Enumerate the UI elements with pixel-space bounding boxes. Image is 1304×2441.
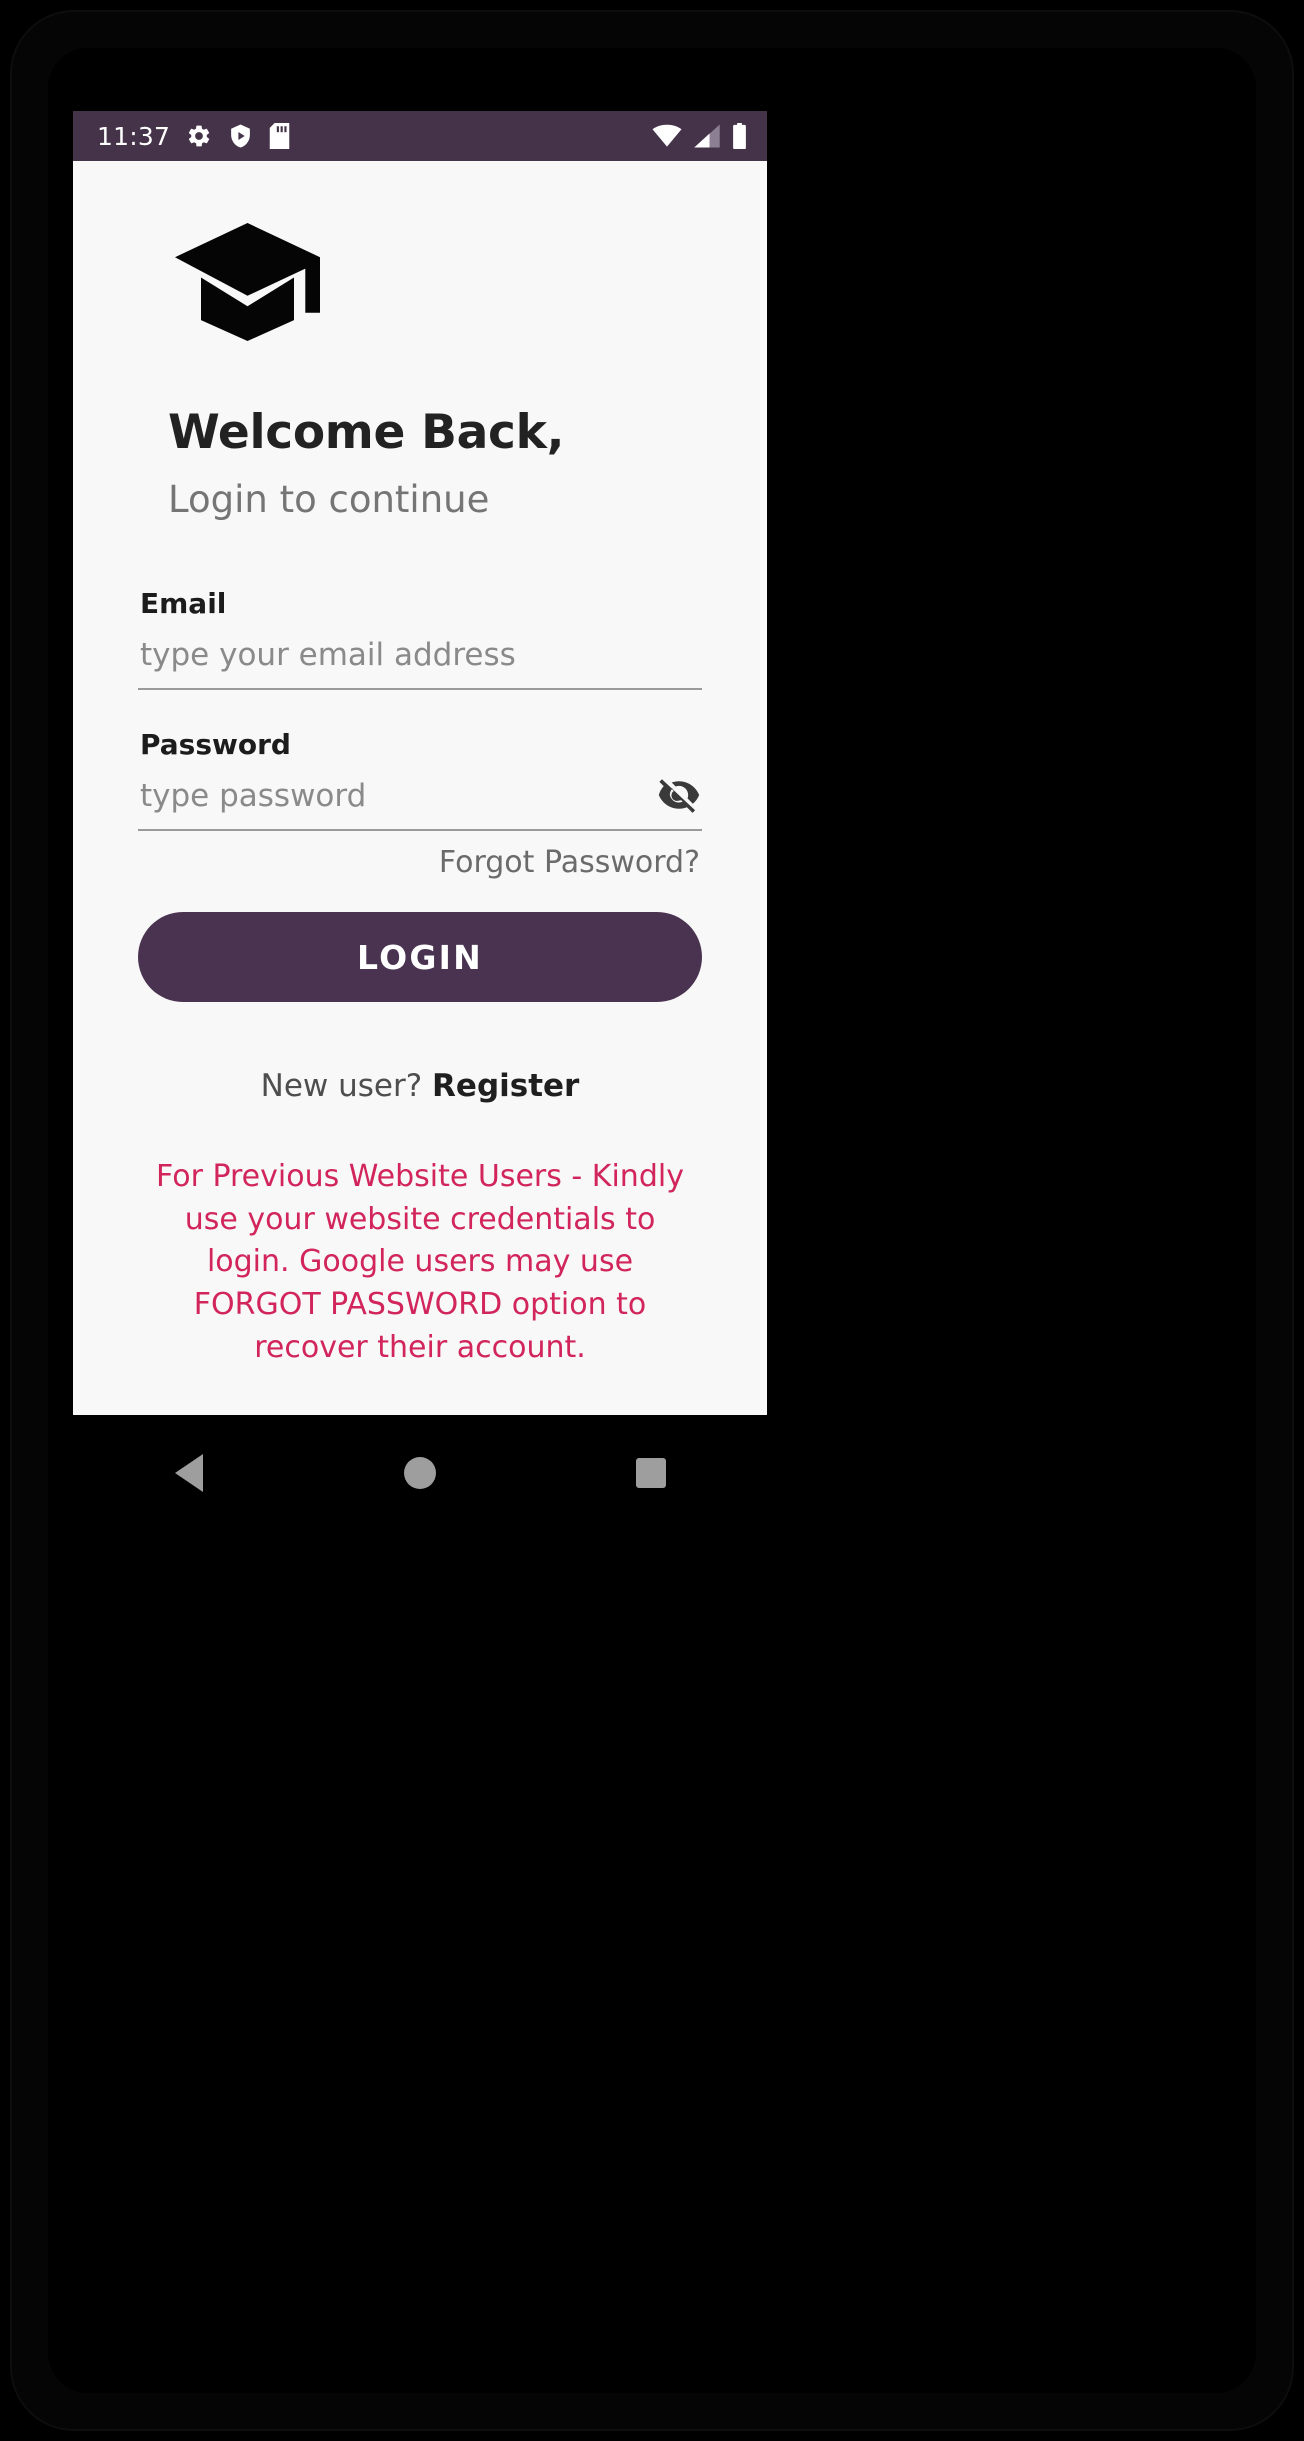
- nav-home-button[interactable]: [360, 1415, 480, 1531]
- status-bar: 11:37: [73, 111, 767, 161]
- app-logo: [120, 161, 720, 341]
- nav-recents-button[interactable]: [591, 1415, 711, 1531]
- status-bar-right-group: [652, 111, 747, 161]
- status-bar-clock: 11:37: [97, 121, 171, 151]
- login-screen-body: Welcome Back, Login to continue Email Pa…: [73, 161, 767, 1415]
- graduation-cap-icon: [175, 223, 720, 341]
- email-input[interactable]: [138, 630, 702, 687]
- gear-icon: [186, 123, 212, 149]
- login-button[interactable]: LOGIN: [138, 912, 702, 1003]
- android-navigation-bar: [73, 1415, 767, 1531]
- phone-screen: 11:37 Welcome Back, Login to continue Em…: [73, 111, 767, 1415]
- email-field-row[interactable]: [138, 628, 702, 691]
- previous-website-users-notice: For Previous Website Users - Kindly use …: [156, 1159, 684, 1365]
- toggle-password-visibility-button[interactable]: [656, 773, 702, 819]
- status-bar-left-group: 11:37: [97, 123, 290, 149]
- wifi-icon: [652, 124, 682, 148]
- screenshot-root: 11:37 Welcome Back, Login to continue Em…: [0, 0, 1304, 2441]
- login-form: Email Password: [120, 587, 720, 1369]
- password-field-row[interactable]: [138, 769, 702, 832]
- nav-back-button[interactable]: [129, 1415, 249, 1531]
- forgot-password-row: Forgot Password?: [138, 845, 702, 880]
- register-link[interactable]: Register: [432, 1068, 579, 1104]
- email-label: Email: [140, 587, 227, 621]
- page-subtitle: Login to continue: [168, 478, 490, 522]
- battery-icon: [732, 123, 747, 149]
- page-title: Welcome Back,: [168, 405, 565, 460]
- back-triangle-icon: [174, 1454, 203, 1492]
- cellular-signal-icon: [693, 124, 721, 148]
- home-circle-icon: [403, 1457, 436, 1489]
- register-prompt-row: New user? Register: [138, 1068, 702, 1104]
- sd-card-icon: [269, 123, 290, 149]
- email-field-block: Email: [138, 587, 702, 691]
- password-field-block: Password: [138, 728, 702, 832]
- shield-play-icon: [228, 123, 253, 149]
- recents-square-icon: [636, 1458, 667, 1488]
- eye-off-icon: [657, 773, 701, 820]
- password-input[interactable]: [138, 771, 656, 828]
- register-prompt-text: New user?: [260, 1068, 433, 1105]
- forgot-password-link[interactable]: Forgot Password?: [439, 845, 700, 880]
- password-label: Password: [140, 728, 291, 762]
